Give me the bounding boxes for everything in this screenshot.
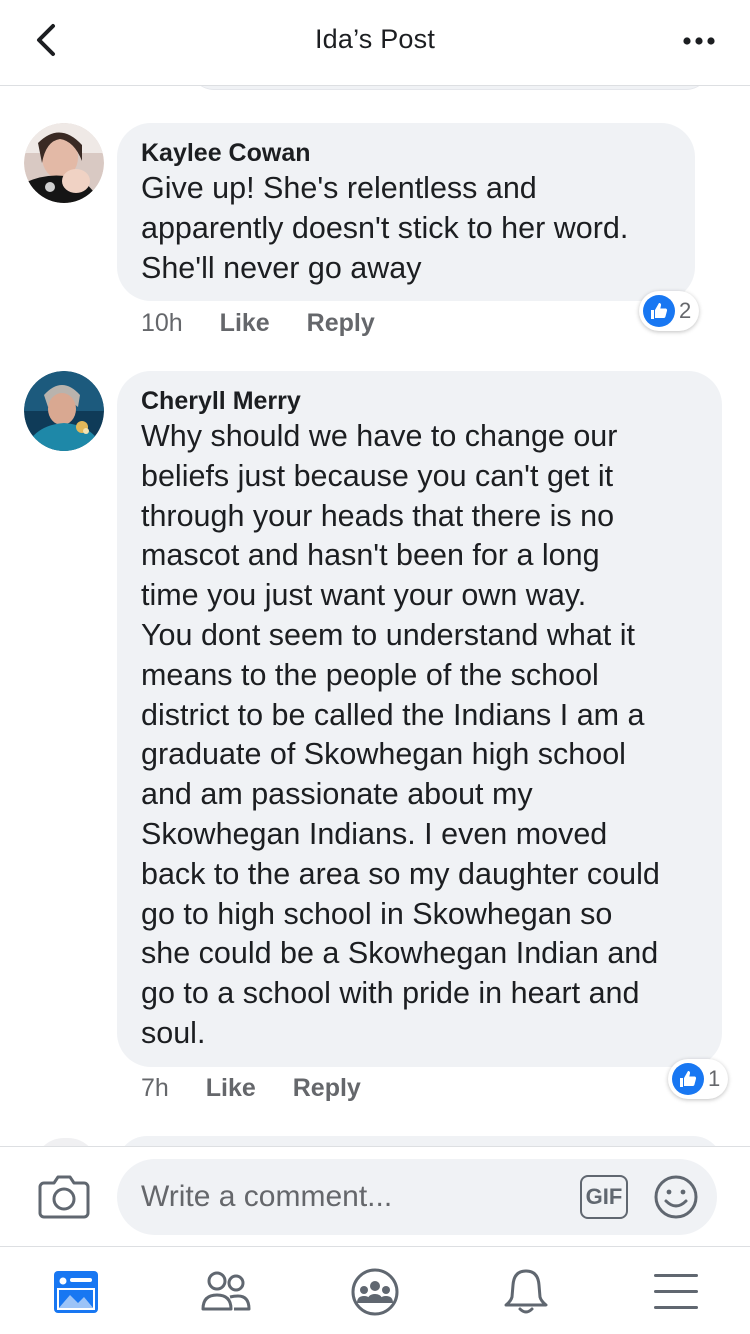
bell-icon [504, 1269, 548, 1314]
reaction-count: 2 [679, 298, 692, 323]
news-feed-icon [54, 1271, 98, 1313]
profile-photo-icon [24, 123, 104, 203]
previous-comment-bubble-edge [190, 86, 710, 90]
next-comment-avatar-edge [34, 1138, 98, 1146]
camera-icon [38, 1175, 90, 1219]
like-reaction-icon [672, 1063, 704, 1095]
profile-photo-icon [24, 371, 104, 451]
comment-author[interactable]: Cheryll Merry [141, 385, 698, 417]
tab-groups[interactable] [347, 1267, 403, 1317]
comment-text: Give up! She's relentless and apparently… [141, 171, 629, 285]
comment-meta: 7h Like Reply [141, 1074, 391, 1103]
next-comment-bubble-edge [117, 1136, 723, 1146]
smiley-icon [654, 1175, 698, 1219]
friends-icon [201, 1271, 251, 1311]
reaction-summary[interactable]: 2 [639, 291, 700, 331]
more-options-button[interactable] [680, 26, 720, 56]
like-link[interactable]: Like [206, 1074, 256, 1103]
comment-text: Why should we have to change our beliefs… [141, 419, 660, 1050]
tab-menu[interactable] [648, 1267, 704, 1317]
tab-friends[interactable] [198, 1267, 254, 1317]
comment-composer: GIF [0, 1146, 750, 1246]
comment-timestamp: 7h [141, 1074, 169, 1102]
groups-icon [351, 1268, 399, 1316]
comment-meta: 10h Like Reply [141, 309, 405, 338]
tab-news-feed[interactable] [48, 1267, 104, 1317]
like-link[interactable]: Like [220, 309, 270, 338]
like-reaction-icon [643, 295, 675, 327]
reply-link[interactable]: Reply [307, 309, 375, 338]
avatar[interactable] [24, 371, 104, 451]
menu-icon [654, 1274, 698, 1309]
comment-author[interactable]: Kaylee Cowan [141, 137, 671, 169]
bottom-tab-bar [0, 1246, 750, 1334]
comment-bubble[interactable]: Kaylee Cowan Give up! She's relentless a… [117, 123, 695, 301]
comments-feed[interactable]: Kaylee Cowan Give up! She's relentless a… [0, 86, 750, 1146]
tab-notifications[interactable] [498, 1267, 554, 1317]
reaction-count: 1 [708, 1066, 721, 1091]
reply-link[interactable]: Reply [293, 1074, 361, 1103]
comment-timestamp: 10h [141, 309, 183, 337]
page-title: Ida’s Post [314, 24, 436, 54]
emoji-button[interactable] [652, 1173, 700, 1221]
camera-button[interactable] [38, 1173, 90, 1219]
post-screen: Ida’s Post Kaylee Cowan Give up! She's r… [0, 0, 750, 1334]
more-horizontal-icon [683, 37, 715, 45]
gif-button[interactable]: GIF [580, 1175, 628, 1219]
comment-bubble[interactable]: Cheryll Merry Why should we have to chan… [117, 371, 722, 1067]
reaction-summary[interactable]: 1 [668, 1059, 729, 1099]
header-bar: Ida’s Post [0, 0, 750, 86]
avatar[interactable] [24, 123, 104, 203]
